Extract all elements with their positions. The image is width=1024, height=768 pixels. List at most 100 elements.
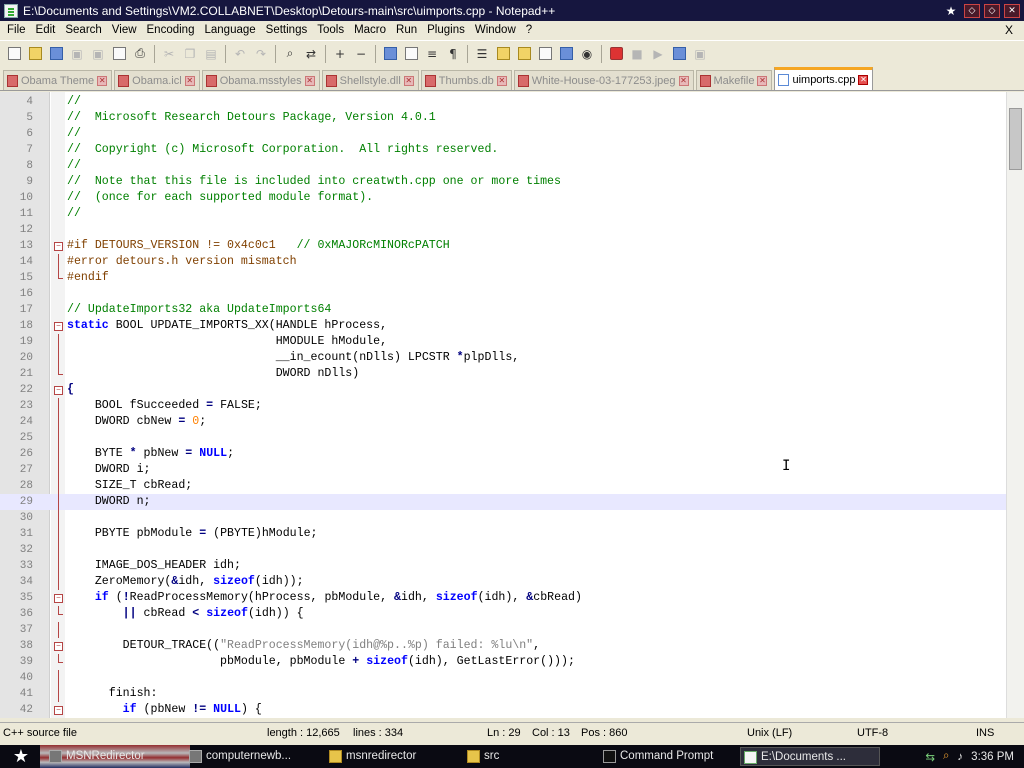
pin-icon[interactable]: ★ <box>942 3 960 19</box>
zoom-out-icon[interactable]: − <box>351 44 371 64</box>
code-line[interactable]: 12 <box>0 222 1006 238</box>
code-line[interactable]: 36 || cbRead < sizeof(idh)) { <box>0 606 1006 622</box>
code-line[interactable]: 32 <box>0 542 1006 558</box>
new-file-icon[interactable] <box>4 44 24 64</box>
notepad-app-icon[interactable] <box>4 3 18 18</box>
word-wrap-icon[interactable]: ≡ <box>422 44 442 64</box>
menu-view[interactable]: View <box>107 21 142 40</box>
code-line[interactable]: 28 SIZE_T cbRead; <box>0 478 1006 494</box>
taskbar-item-msnredirector-browser[interactable]: MSNRedirector <box>46 747 186 766</box>
title-bar[interactable]: E:\Documents and Settings\VM2.COLLABNET\… <box>0 0 1024 21</box>
code-line[interactable]: 29 DWORD n; <box>0 494 1006 510</box>
tab-obama-theme[interactable]: Obama Theme ✕ <box>3 70 113 90</box>
close-all-icon[interactable] <box>109 44 129 64</box>
tab-close-icon[interactable]: ✕ <box>496 75 507 86</box>
code-line[interactable]: 15 #endif <box>0 270 1006 286</box>
paste-icon[interactable]: ▤ <box>201 44 221 64</box>
tab-shellstyle-dll[interactable]: Shellstyle.dll ✕ <box>321 70 419 90</box>
sync-vertical-icon[interactable] <box>380 44 400 64</box>
taskbar-item-notepad[interactable]: E:\Documents ... <box>740 747 880 766</box>
fold-collapse-icon[interactable]: − <box>54 706 63 715</box>
cut-icon[interactable]: ✂ <box>159 44 179 64</box>
code-line[interactable]: 40 <box>0 670 1006 686</box>
tab-close-icon[interactable]: ✕ <box>403 75 414 86</box>
tab-uimports-cpp[interactable]: uimports.cpp ✕ <box>774 67 874 90</box>
tab-white-house-jpeg[interactable]: White-House-03-177253.jpeg ✕ <box>513 70 694 90</box>
close-document-icon[interactable]: X <box>1000 21 1018 40</box>
folder-workspace-icon[interactable] <box>556 44 576 64</box>
code-line[interactable]: 34 ZeroMemory(&idh, sizeof(idh)); <box>0 574 1006 590</box>
tab-makefile[interactable]: Makefile ✕ <box>695 70 773 90</box>
taskbar-item-msnredirector-folder[interactable]: msnredirector <box>326 747 460 766</box>
speaker-icon[interactable]: ♪ <box>957 751 963 763</box>
redo-icon[interactable]: ↷ <box>251 44 271 64</box>
code-line[interactable]: 37 <box>0 622 1006 638</box>
taskbar-item-computernewb[interactable]: computernewb... <box>186 747 320 766</box>
code-line[interactable]: 21 DWORD nDlls) <box>0 366 1006 382</box>
tab-obama-icl[interactable]: Obama.icl ✕ <box>114 70 200 90</box>
code-line[interactable]: 19 HMODULE hModule, <box>0 334 1006 350</box>
code-line[interactable]: 30 <box>0 510 1006 526</box>
function-list-icon[interactable] <box>535 44 555 64</box>
fold-collapse-icon[interactable]: − <box>54 386 63 395</box>
tab-close-icon[interactable]: ✕ <box>304 75 315 86</box>
fold-collapse-icon[interactable]: − <box>54 642 63 651</box>
record-macro-icon[interactable] <box>606 44 626 64</box>
menu-window[interactable]: Window <box>470 21 521 40</box>
code-line[interactable]: 6 // <box>0 126 1006 142</box>
sync-horizontal-icon[interactable] <box>401 44 421 64</box>
tab-close-icon[interactable]: ✕ <box>858 75 869 85</box>
fold-collapse-icon[interactable]: − <box>54 322 63 331</box>
find-icon[interactable]: ⌕ <box>280 44 300 64</box>
scrollbar-thumb[interactable] <box>1009 108 1022 170</box>
code-line[interactable]: 23 BOOL fSucceeded = FALSE; <box>0 398 1006 414</box>
tab-close-icon[interactable]: ✕ <box>757 75 768 86</box>
menu-plugins[interactable]: Plugins <box>422 21 470 40</box>
code-line[interactable]: 27 DWORD i; <box>0 462 1006 478</box>
menu-search[interactable]: Search <box>60 21 106 40</box>
menu-help[interactable]: ? <box>521 21 537 40</box>
tab-close-icon[interactable]: ✕ <box>97 75 108 86</box>
code-line[interactable]: 20 __in_ecount(nDlls) LPCSTR *plpDlls, <box>0 350 1006 366</box>
code-line[interactable]: 35 − if (!ReadProcessMemory(hProcess, pbM… <box>0 590 1006 606</box>
close-file-icon[interactable]: ▣ <box>88 44 108 64</box>
user-language-icon[interactable] <box>493 44 513 64</box>
run-macro-multiple-icon[interactable] <box>669 44 689 64</box>
code-line[interactable]: 18 − static BOOL UPDATE_IMPORTS_XX(HANDLE … <box>0 318 1006 334</box>
status-encoding[interactable]: UTF-8 <box>857 727 888 739</box>
fold-collapse-icon[interactable]: − <box>54 242 63 251</box>
maximize-button[interactable]: ◇ <box>984 3 1000 18</box>
code-line[interactable]: 9 // Note that this file is included into… <box>0 174 1006 190</box>
zoom-in-icon[interactable]: + <box>330 44 350 64</box>
code-line[interactable]: 42 − if (pbNew != NULL) { <box>0 702 1006 718</box>
save-macro-icon[interactable]: ▣ <box>690 44 710 64</box>
save-all-icon[interactable]: ▣ <box>67 44 87 64</box>
monitoring-icon[interactable]: ◉ <box>577 44 597 64</box>
taskbar-item-src[interactable]: src <box>464 747 598 766</box>
code-line[interactable]: 26 BYTE * pbNew = NULL; <box>0 446 1006 462</box>
undo-icon[interactable]: ↶ <box>230 44 250 64</box>
menu-macro[interactable]: Macro <box>349 21 391 40</box>
code-line[interactable]: 17 // UpdateImports32 aka UpdateImports64 <box>0 302 1006 318</box>
taskbar-item-command-prompt[interactable]: Command Prompt <box>600 747 740 766</box>
code-line[interactable]: 16 <box>0 286 1006 302</box>
code-line[interactable]: 10 // (once for each supported module for… <box>0 190 1006 206</box>
code-line[interactable]: 11 // <box>0 206 1006 222</box>
code-line[interactable]: 5 // Microsoft Research Detours Package, … <box>0 110 1006 126</box>
menu-language[interactable]: Language <box>199 21 260 40</box>
tab-obama-msstyles[interactable]: Obama.msstyles ✕ <box>201 70 320 90</box>
save-icon[interactable] <box>46 44 66 64</box>
code-line[interactable]: 7 // Copyright (c) Microsoft Corporation.… <box>0 142 1006 158</box>
code-line[interactable]: 4 // <box>0 94 1006 110</box>
code-line[interactable]: 31 PBYTE pbModule = (PBYTE)hModule; <box>0 526 1006 542</box>
code-line[interactable]: 24 DWORD cbNew = 0; <box>0 414 1006 430</box>
code-editor[interactable]: 4 // 5 // Microsoft Research Detours Packag… <box>0 92 1024 718</box>
search-icon[interactable]: ⌕ <box>943 750 949 763</box>
status-insert-mode[interactable]: INS <box>976 727 994 739</box>
indent-guide-icon[interactable]: ☰ <box>472 44 492 64</box>
fold-collapse-icon[interactable]: − <box>54 594 63 603</box>
vertical-scrollbar[interactable] <box>1006 92 1024 718</box>
tab-close-icon[interactable]: ✕ <box>678 75 689 86</box>
stop-macro-icon[interactable]: ■ <box>627 44 647 64</box>
doc-map-icon[interactable] <box>514 44 534 64</box>
